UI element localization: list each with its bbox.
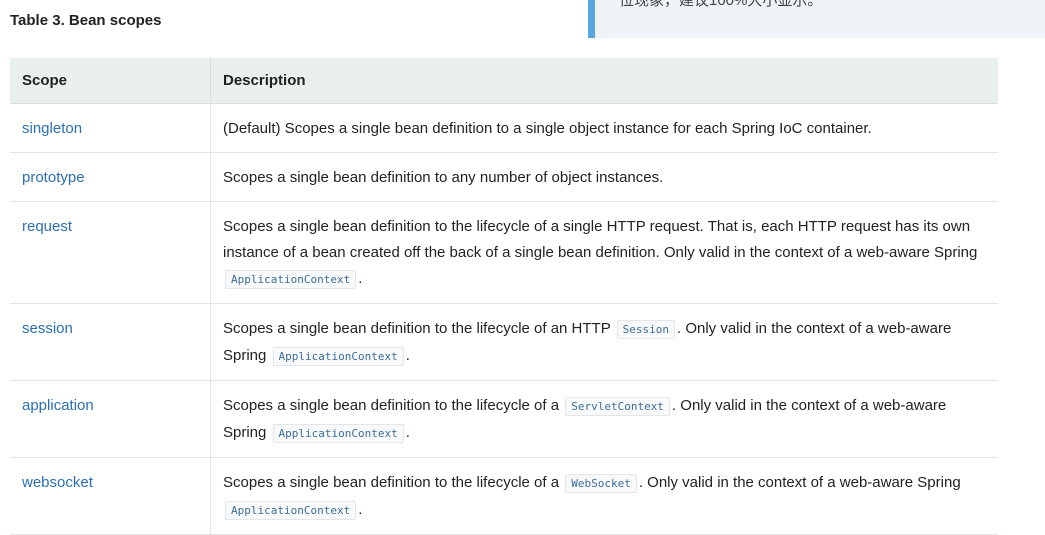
- inline-code: WebSocket: [565, 474, 637, 493]
- table-caption: Table 3. Bean scopes: [10, 12, 162, 29]
- description-text: Scopes a single bean definition to any n…: [223, 169, 664, 186]
- scope-name-request: request: [10, 201, 211, 304]
- notice-banner: 位现象，建议100%大小显示。: [588, 0, 1045, 38]
- description-text: Scopes a single bean definition to the l…: [223, 397, 564, 414]
- table-row: websocket Scopes a single bean definition…: [10, 457, 998, 535]
- inline-code: ApplicationContext: [225, 501, 357, 520]
- scope-name-websocket: websocket: [10, 457, 211, 535]
- scope-description: (Default) Scopes a single bean definitio…: [210, 103, 998, 153]
- description-text: Scopes a single bean definition to the l…: [223, 320, 615, 337]
- inline-code: ServletContext: [565, 397, 670, 416]
- header-description: Description: [210, 58, 998, 104]
- scope-name-prototype: prototype: [10, 152, 211, 202]
- table-row: request Scopes a single bean definition t…: [10, 201, 998, 304]
- inline-code: ApplicationContext: [272, 424, 404, 443]
- table-row: singleton (Default) Scopes a single bean …: [10, 103, 998, 153]
- scope-name-session: session: [10, 303, 211, 381]
- description-text: . Only valid in the context of a web-awa…: [638, 474, 961, 491]
- description-text: .: [358, 270, 363, 287]
- scope-description: Scopes a single bean definition to the l…: [210, 201, 998, 304]
- table-body: singleton (Default) Scopes a single bean …: [10, 103, 998, 535]
- inline-code: Session: [616, 320, 675, 339]
- scope-description: Scopes a single bean definition to the l…: [210, 380, 998, 458]
- notice-text: 位现象，建议100%大小显示。: [619, 0, 823, 9]
- description-text: .: [358, 501, 363, 518]
- scope-description: Scopes a single bean definition to the l…: [210, 303, 998, 381]
- table-row: prototype Scopes a single bean definition…: [10, 152, 998, 202]
- inline-code: ApplicationContext: [225, 270, 357, 289]
- scope-name-singleton: singleton: [10, 103, 211, 153]
- scope-description: Scopes a single bean definition to any n…: [210, 152, 998, 202]
- scope-name-application: application: [10, 380, 211, 458]
- table-row: session Scopes a single bean definition t…: [10, 303, 998, 381]
- description-text: Scopes a single bean definition to the l…: [223, 218, 978, 261]
- description-text: (Default) Scopes a single bean definitio…: [223, 120, 872, 137]
- bean-scopes-table: Scope Description singleton (Default) Sco…: [10, 58, 998, 535]
- scope-description: Scopes a single bean definition to the l…: [210, 457, 998, 535]
- inline-code: ApplicationContext: [272, 347, 404, 366]
- table-row: application Scopes a single bean definiti…: [10, 380, 998, 458]
- description-text: .: [405, 347, 410, 364]
- header-scope: Scope: [10, 58, 211, 104]
- description-text: Scopes a single bean definition to the l…: [223, 474, 564, 491]
- description-text: .: [405, 424, 410, 441]
- table-header-row: Scope Description: [10, 58, 998, 104]
